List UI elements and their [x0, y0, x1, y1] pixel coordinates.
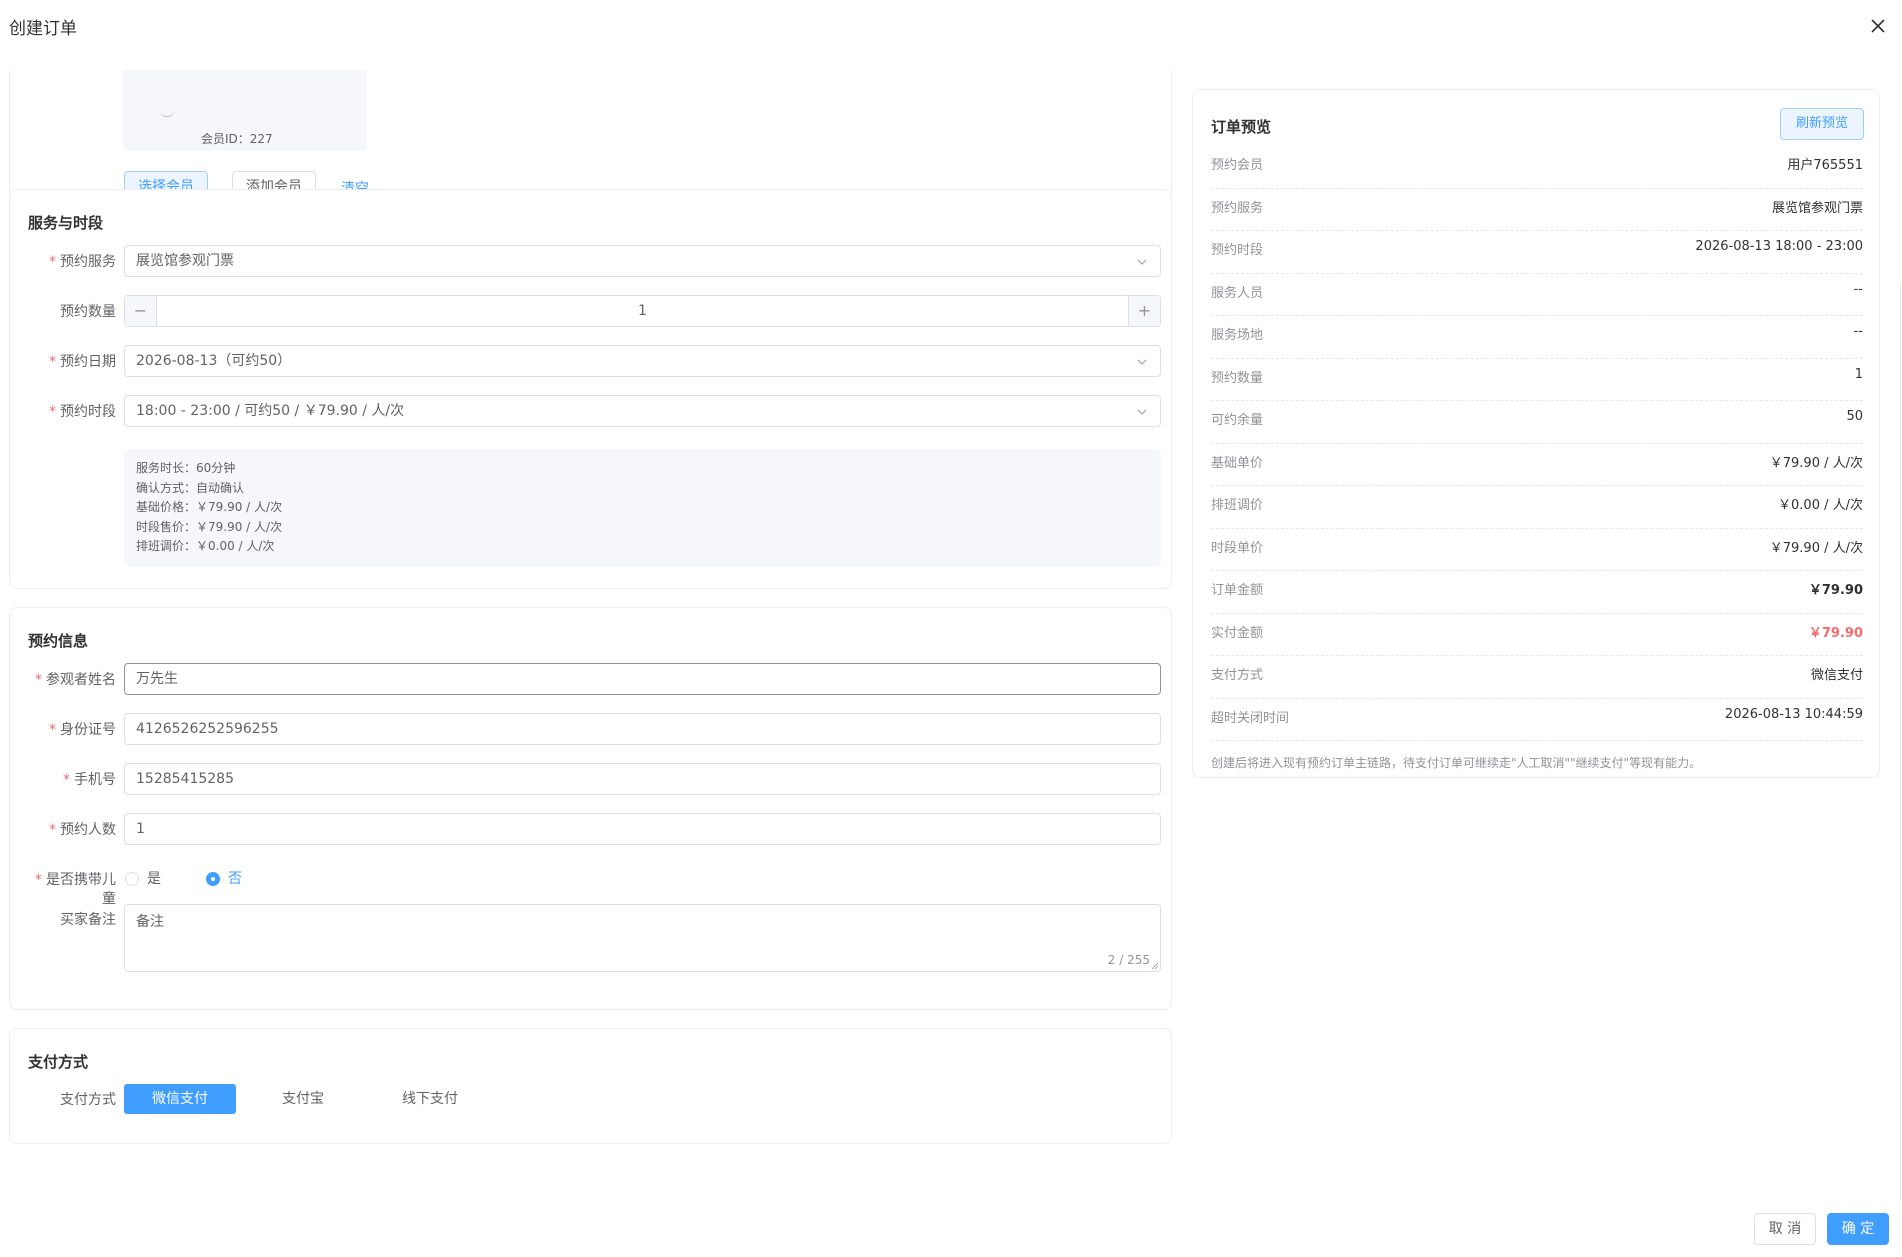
preview-row: 预约会员 用户765551 [1211, 146, 1863, 189]
service-label: * 预约服务 [49, 254, 116, 270]
confirm-button[interactable]: 确 定 [1827, 1213, 1889, 1245]
preview-row: 支付方式 微信支付 [1211, 656, 1863, 699]
remark-label: 买家备注 [60, 912, 116, 928]
member-id-text: 会员ID：227 [201, 132, 273, 146]
chevron-down-icon [1137, 259, 1147, 265]
dialog-title: 创建订单 [9, 19, 77, 39]
child-yes-radio[interactable] [125, 872, 139, 886]
decrease-button[interactable]: − [125, 296, 157, 326]
id-number-label: * 身份证号 [49, 722, 116, 738]
child-yes-label[interactable]: 是 [147, 868, 161, 888]
service-select[interactable]: 展览馆参观门票 [124, 245, 1161, 277]
dialog-header: 创建订单 [0, 0, 1902, 52]
preview-row: 预约数量 1 [1211, 359, 1863, 401]
payment-section: 支付方式 支付方式 微信支付 支付宝 线下支付 [9, 1028, 1172, 1144]
info-line: 基础价格：￥79.90 / 人/次 [136, 500, 283, 514]
child-no-radio[interactable] [206, 872, 220, 886]
scrollbar-track[interactable] [1900, 285, 1901, 1200]
preview-row: 预约服务 展览馆参观门票 [1211, 189, 1863, 231]
people-input[interactable]: 1 [124, 813, 1161, 845]
preview-note: 创建后将进入现有预约订单主链路，待支付订单可继续走"人工取消""继续支付"等现有… [1211, 756, 1702, 770]
chevron-down-icon [1137, 409, 1147, 415]
payment-option-offline[interactable]: 线下支付 [380, 1084, 480, 1114]
preview-row-paid-amount: 实付金额 ￥79.90 [1211, 614, 1863, 656]
preview-row: 时段单价 ￥79.90 / 人/次 [1211, 529, 1863, 571]
date-label: * 预约日期 [49, 354, 116, 370]
info-line: 时段售价：￥79.90 / 人/次 [136, 519, 283, 534]
section-title: 服务与时段 [28, 214, 104, 232]
close-icon[interactable] [1868, 16, 1888, 36]
phone-input[interactable]: 15285415285 [124, 763, 1161, 795]
preview-title: 订单预览 [1211, 118, 1272, 136]
phone-label: * 手机号 [63, 772, 116, 788]
info-line: 确认方式：自动确认 [136, 480, 245, 495]
increase-button[interactable]: + [1128, 296, 1160, 326]
child-label-wrap: 童 [102, 891, 116, 907]
info-line: 服务时长：60分钟 [136, 461, 236, 475]
service-section: 服务与时段 * 预约服务 展览馆参观门票 预约数量 − 1 + * 预约日期 202… [9, 189, 1172, 589]
char-counter: 2 / 255 [1107, 953, 1150, 967]
preview-row: 可约余量 50 [1211, 401, 1863, 444]
booking-section: 预约信息 * 参观者姓名 万先生 * 身份证号 4126526252596255 *… [9, 607, 1172, 1010]
slot-info-box: 服务时长：60分钟 确认方式：自动确认 基础价格：￥79.90 / 人/次 时段… [124, 449, 1161, 567]
chevron-down-icon [1137, 359, 1147, 365]
payment-label: 支付方式 [60, 1092, 116, 1108]
slot-select[interactable]: 18:00 - 23:00 / 可约50 / ￥79.90 / 人/次 [124, 395, 1161, 427]
preview-row: 排班调价 ￥0.00 / 人/次 [1211, 486, 1863, 529]
order-preview: 订单预览 刷新预览 预约会员 用户765551 预约服务 展览馆参观门票 预约时段 2… [1192, 89, 1880, 778]
preview-row-order-amount: 订单金额 ￥79.90 [1211, 571, 1863, 614]
dialog-body: 会员ID：227 选择会员 添加会员 清空 服务与时段 *预约服务 展览馆参观门… [0, 70, 1902, 1200]
preview-row: 超时关闭时间 2026-08-13 10:44:59 [1211, 699, 1863, 741]
preview-row: 预约时段 2026-08-13 18:00 - 23:00 [1211, 231, 1863, 274]
cancel-button[interactable]: 取 消 [1754, 1213, 1816, 1245]
child-label: * 是否携带儿 [35, 872, 116, 888]
visitor-name-label: * 参观者姓名 [35, 672, 116, 688]
refresh-preview-button[interactable]: 刷新预览 [1780, 108, 1864, 140]
visitor-name-input[interactable]: 万先生 [124, 663, 1161, 695]
people-label: * 预约人数 [49, 822, 116, 838]
id-number-input[interactable]: 4126526252596255 [124, 713, 1161, 745]
resize-handle-icon[interactable] [1151, 962, 1159, 970]
child-no-label[interactable]: 否 [228, 868, 242, 888]
payment-option-wechat[interactable]: 微信支付 [124, 1084, 236, 1114]
quantity-value: 1 [638, 303, 647, 319]
payment-option-alipay[interactable]: 支付宝 [253, 1084, 353, 1114]
preview-row: 服务人员 -- [1211, 274, 1863, 316]
section-title: 预约信息 [28, 632, 89, 650]
section-title: 支付方式 [28, 1053, 89, 1071]
slot-label: * 预约时段 [49, 404, 116, 420]
quantity-stepper[interactable]: − 1 + [124, 295, 1161, 327]
date-select[interactable]: 2026-08-13（可约50） [124, 345, 1161, 377]
quantity-label: 预约数量 [60, 304, 116, 320]
remark-textarea[interactable]: 备注 2 / 255 [124, 904, 1161, 972]
preview-row: 服务场地 -- [1211, 316, 1863, 359]
preview-row: 基础单价 ￥79.90 / 人/次 [1211, 444, 1863, 486]
info-line: 排班调价：￥0.00 / 人/次 [136, 539, 275, 553]
